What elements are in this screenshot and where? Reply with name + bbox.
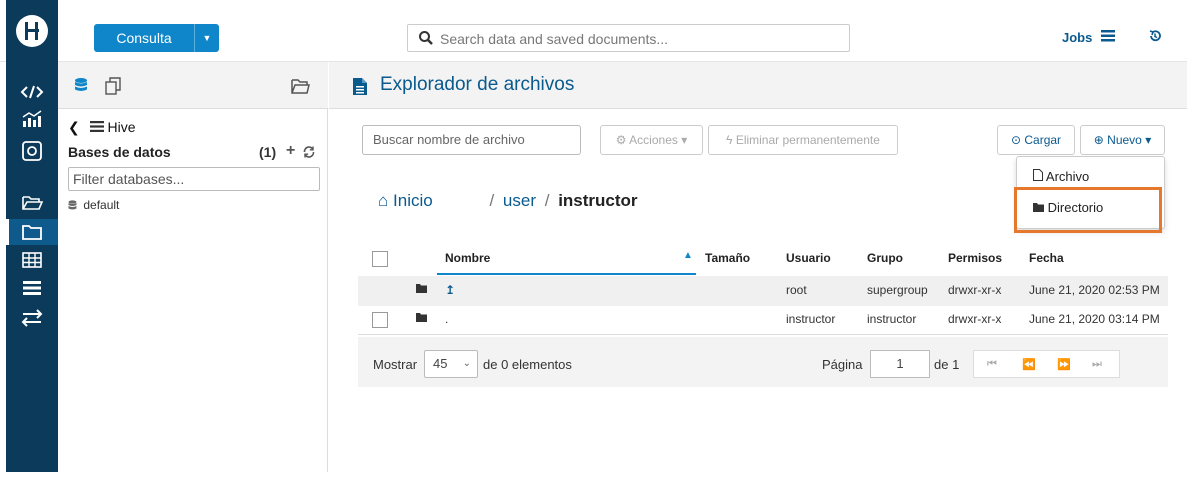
assist-toolbar [58,62,328,109]
hue-logo[interactable] [6,0,58,62]
nav-tables[interactable] [6,247,58,273]
jobs-link[interactable]: Jobs [1062,30,1092,45]
table-row[interactable]: . instructor instructor drwxr-xr-x June … [358,305,1168,335]
documents-icon[interactable] [104,77,122,95]
row-checkbox[interactable] [372,312,388,328]
nav-dashboard[interactable] [6,106,58,132]
file-icon [1033,169,1043,181]
database-name: default [83,198,120,212]
file-name[interactable]: . [445,312,448,326]
nav-importer[interactable] [6,305,58,331]
database-item-default[interactable]: default [68,198,119,212]
page-title: Explorador de archivos [380,74,575,95]
next-page-icon[interactable]: ⏩ [1057,358,1071,371]
breadcrumb: ⌂ Inicio / user / instructor [378,191,638,211]
assist-panel: ❮ Hive Bases de datos (1) + Filter datab… [58,62,328,472]
file-name-search-input[interactable]: Buscar nombre de archivo [362,125,581,155]
assist-source-label: Hive [107,119,136,135]
folder-open-icon [22,196,44,210]
page-number-input[interactable]: 1 [870,350,930,378]
search-icon [419,31,433,45]
col-grupo[interactable]: Grupo [867,251,903,265]
folder-open-icon[interactable] [290,77,310,95]
file-browser-header: Explorador de archivos [329,62,1187,109]
refresh-icon[interactable] [302,145,316,159]
app-root: Consulta ▼ Search data and saved documen… [0,0,1187,480]
nav-files[interactable] [6,219,58,245]
upload-button[interactable]: ⊙ Cargar [997,125,1075,155]
history-icon[interactable] [1148,29,1162,43]
nav-jobs[interactable] [6,275,58,301]
databases-count: (1) [259,144,277,160]
sort-asc-icon: ▲ [683,250,693,261]
database-icon[interactable] [72,77,90,95]
assist-back-to-hive[interactable]: ❮ Hive [68,119,136,136]
top-bar: Consulta ▼ Search data and saved documen… [0,0,1187,62]
file-text-icon [353,78,367,95]
actions-button[interactable]: ⚙ Acciones ▾ [600,125,703,155]
col-tamano[interactable]: Tamaño [705,251,750,265]
highlight-box [1014,187,1162,233]
upload-circle-icon: ⊙ [1010,133,1022,147]
folder-icon [416,313,427,322]
table-header: Nombre ▲ Tamaño Usuario Grupo Permisos F… [358,244,1168,275]
query-button-label: Consulta [116,30,172,46]
breadcrumb-user[interactable]: user [503,191,536,210]
folder-icon [416,284,427,293]
caret-down-icon: ▾ [681,133,688,147]
plus-circle-icon: ⊕ [1093,133,1104,147]
database-filter-input[interactable]: Filter databases... [68,167,320,191]
query-dropdown-caret-icon[interactable]: ▼ [194,24,219,52]
chevron-left-icon: ❮ [68,119,80,135]
nav-documents[interactable] [6,189,58,215]
file-name[interactable]: ↥ [445,283,455,297]
page-nav: ⏮ ⏪ ⏩ ⏭ [973,350,1120,378]
query-button[interactable]: Consulta ▼ [94,24,219,52]
database-icon [68,200,77,210]
last-page-icon[interactable]: ⏭ [1092,358,1102,371]
folder-icon [22,225,42,240]
breadcrumb-home[interactable]: ⌂ Inicio [378,191,433,211]
table-row[interactable]: ↥ root supergroup drwxr-xr-x June 21, 20… [358,276,1168,306]
caret-down-icon: ▾ [1145,133,1152,147]
nav-scheduler[interactable] [6,137,58,163]
left-nav [6,62,58,472]
col-nombre[interactable]: Nombre [445,251,490,265]
chart-icon [22,110,42,127]
global-search-input[interactable]: Search data and saved documents... [407,24,850,52]
databases-heading: Bases de datos [68,144,171,160]
col-permisos[interactable]: Permisos [948,251,1002,265]
home-icon: ⌂ [378,191,389,210]
first-page-icon[interactable]: ⏮ [987,358,997,371]
gear-icon: ⚙ [615,133,627,147]
menu-item-archivo[interactable]: Archivo [1033,169,1089,184]
select-all-checkbox[interactable] [372,251,388,267]
delete-permanently-button[interactable]: ϟ Eliminar permanentemente [708,125,898,155]
circle-target-icon [22,141,42,161]
table-icon [22,252,42,268]
swap-arrows-icon [21,309,43,327]
list-icon [23,281,41,295]
pagination-bar: Mostrar 45 ⌄ de 0 elementos Página 1 de … [358,337,1168,387]
code-icon [20,85,44,99]
bolt-icon: ϟ [726,133,733,147]
page-size-select[interactable]: 45 ⌄ [424,350,478,378]
previous-page-icon[interactable]: ⏪ [1022,358,1036,371]
add-database-icon[interactable]: + [286,142,295,160]
col-usuario[interactable]: Usuario [786,251,831,265]
jobs-list-icon[interactable] [1101,29,1115,43]
col-fecha[interactable]: Fecha [1029,251,1064,265]
search-placeholder: Search data and saved documents... [440,31,669,47]
nav-editor[interactable] [6,79,58,105]
new-button[interactable]: ⊕ Nuevo ▾ [1080,125,1165,155]
breadcrumb-current: instructor [558,191,638,210]
hive-list-icon [89,121,104,132]
chevron-down-icon: ⌄ [462,358,471,369]
